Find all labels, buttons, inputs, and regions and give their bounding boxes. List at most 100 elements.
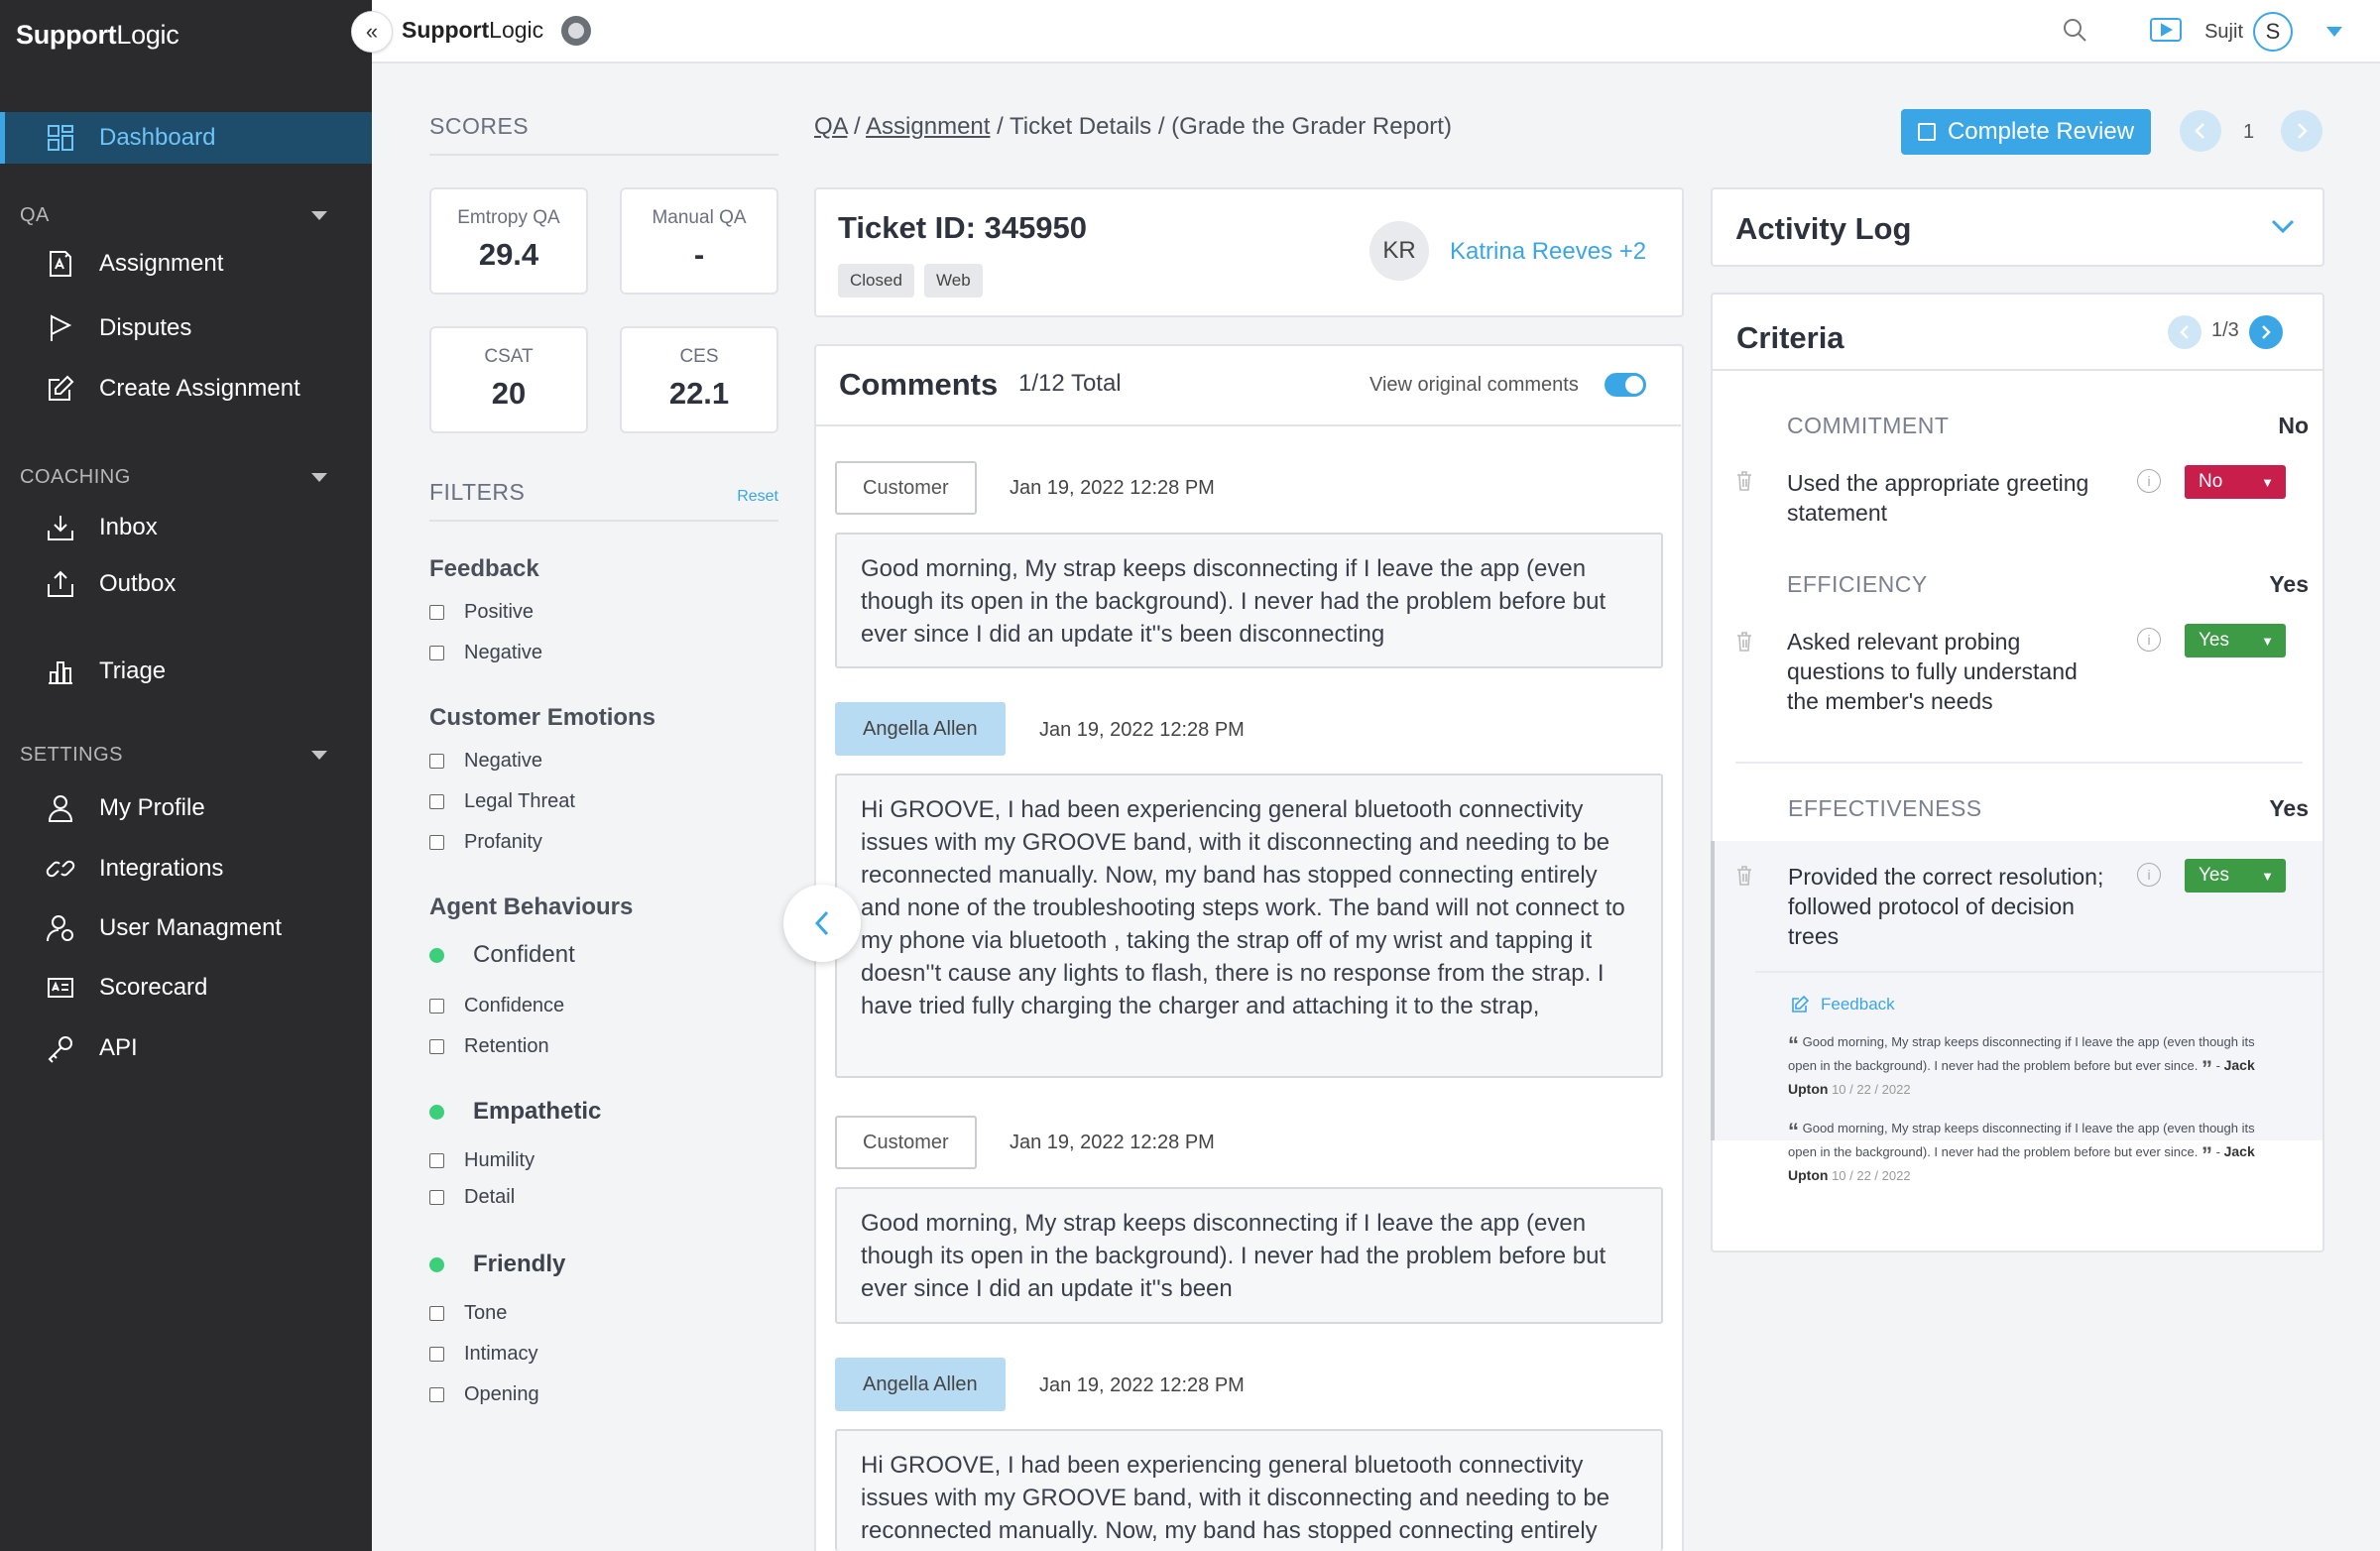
search-icon[interactable] bbox=[2062, 17, 2087, 48]
checkbox[interactable] bbox=[429, 794, 444, 809]
select-value: Yes bbox=[2199, 865, 2229, 886]
filter-legal-threat[interactable]: Legal Threat bbox=[429, 790, 778, 813]
avatar[interactable]: KR bbox=[1369, 221, 1429, 281]
checkbox[interactable] bbox=[429, 835, 444, 850]
sidebar-item-scorecard[interactable]: Scorecard bbox=[0, 962, 372, 1014]
chevron-down-icon[interactable] bbox=[2270, 217, 2296, 235]
assignee-link[interactable]: Katrina Reeves +2 bbox=[1450, 238, 1646, 266]
app-logo[interactable]: SupportLogic bbox=[16, 20, 179, 51]
sidebar-item-label: API bbox=[99, 1034, 138, 1061]
criteria-select[interactable]: Yes ▼ bbox=[2185, 624, 2286, 657]
complete-review-button[interactable]: Complete Review bbox=[1901, 109, 2151, 155]
sidebar-section-settings[interactable]: SETTINGS bbox=[20, 744, 327, 767]
checkbox[interactable] bbox=[429, 1347, 444, 1362]
edit-icon bbox=[44, 372, 77, 406]
sidebar-item-label: Create Assignment bbox=[99, 375, 300, 402]
filter-positive[interactable]: Positive bbox=[429, 601, 778, 624]
trash-icon[interactable] bbox=[1735, 631, 1753, 653]
checkbox[interactable] bbox=[429, 1306, 444, 1321]
avatar[interactable]: S bbox=[2253, 12, 2293, 52]
filter-retention[interactable]: Retention bbox=[429, 1035, 778, 1058]
score-value: 29.4 bbox=[478, 237, 539, 272]
info-icon[interactable]: i bbox=[2137, 863, 2161, 887]
sidebar-item-assignment[interactable]: Assignment bbox=[0, 238, 372, 290]
status-dot bbox=[429, 947, 444, 963]
collapse-sidebar-button[interactable]: « bbox=[351, 11, 393, 53]
score-value: - bbox=[693, 237, 705, 272]
breadcrumb-assignment-link[interactable]: Assignment bbox=[866, 113, 990, 140]
checkbox[interactable] bbox=[429, 1190, 444, 1205]
sidebar-section-coaching[interactable]: COACHING bbox=[20, 466, 327, 489]
filter-opening[interactable]: Opening bbox=[429, 1383, 778, 1406]
collapse-panel-button[interactable] bbox=[783, 885, 861, 962]
criteria-category: EFFECTIVENESS bbox=[1788, 795, 1982, 821]
checkbox[interactable] bbox=[429, 1387, 444, 1402]
video-icon[interactable] bbox=[2149, 16, 2183, 49]
username[interactable]: Sujit bbox=[2204, 21, 2243, 44]
prev-criteria-button[interactable] bbox=[2168, 315, 2202, 349]
checkbox-label: Negative bbox=[464, 750, 542, 772]
filter-intimacy[interactable]: Intimacy bbox=[429, 1343, 778, 1366]
chevron-down-icon: ▼ bbox=[2261, 474, 2274, 490]
feedback-link[interactable]: Feedback bbox=[1791, 995, 1895, 1014]
scores-panel: SCORES Emtropy QA 29.4 Manual QA - CSAT … bbox=[429, 63, 778, 1406]
checkbox[interactable] bbox=[429, 1039, 444, 1054]
chevron-down-icon[interactable] bbox=[2326, 27, 2342, 37]
breadcrumb-qa-link[interactable]: QA bbox=[814, 113, 847, 140]
chart-bar-icon bbox=[44, 655, 77, 688]
filter-detail[interactable]: Detail bbox=[429, 1186, 778, 1209]
sidebar-item-disputes[interactable]: Disputes bbox=[0, 302, 372, 354]
criteria-select[interactable]: No ▼ bbox=[2185, 465, 2286, 499]
checkbox-label: Profanity bbox=[464, 831, 542, 853]
sidebar-item-integrations[interactable]: Integrations bbox=[0, 843, 372, 895]
trash-icon[interactable] bbox=[1735, 865, 1753, 887]
chevron-right-icon bbox=[2298, 123, 2308, 139]
behaviour-empathetic[interactable]: Empathetic bbox=[429, 1098, 778, 1126]
next-criteria-button[interactable] bbox=[2249, 315, 2283, 349]
filter-negative-feedback[interactable]: Negative bbox=[429, 642, 778, 664]
criteria-select[interactable]: Yes ▼ bbox=[2185, 859, 2286, 893]
checkbox-label: Negative bbox=[464, 642, 542, 663]
checkbox[interactable] bbox=[429, 605, 444, 620]
info-icon[interactable]: i bbox=[2137, 628, 2161, 652]
next-page-button[interactable] bbox=[2281, 110, 2322, 152]
sidebar-item-my-profile[interactable]: My Profile bbox=[0, 782, 372, 834]
sidebar-item-inbox[interactable]: Inbox bbox=[0, 502, 372, 553]
scorecard-icon bbox=[44, 971, 77, 1005]
sidebar-item-api[interactable]: API bbox=[0, 1022, 372, 1074]
sidebar-item-outbox[interactable]: Outbox bbox=[0, 558, 372, 610]
filter-tone[interactable]: Tone bbox=[429, 1302, 778, 1325]
filter-confidence[interactable]: Confidence bbox=[429, 995, 778, 1017]
outbox-icon bbox=[44, 567, 77, 601]
comment-date: Jan 19, 2022 12:28 PM bbox=[1039, 719, 1245, 741]
view-original-toggle[interactable] bbox=[1605, 373, 1646, 397]
filter-profanity[interactable]: Profanity bbox=[429, 831, 778, 854]
sidebar-section-qa[interactable]: QA bbox=[20, 204, 327, 227]
behaviour-label: Empathetic bbox=[473, 1098, 602, 1125]
info-icon[interactable]: i bbox=[2137, 469, 2161, 493]
checkbox[interactable] bbox=[429, 999, 444, 1014]
checkbox[interactable] bbox=[429, 646, 444, 660]
top-logo[interactable]: SupportLogic bbox=[402, 17, 543, 44]
reset-filters-link[interactable]: Reset bbox=[737, 488, 778, 506]
behaviour-friendly[interactable]: Friendly bbox=[429, 1251, 778, 1278]
comment-date: Jan 19, 2022 12:28 PM bbox=[1010, 1132, 1215, 1153]
sidebar-item-triage[interactable]: Triage bbox=[0, 646, 372, 697]
sidebar-item-user-management[interactable]: User Managment bbox=[0, 902, 372, 954]
select-value: No bbox=[2199, 471, 2223, 492]
checkbox-label: Legal Threat bbox=[464, 790, 575, 812]
sidebar-item-dashboard[interactable]: Dashboard bbox=[0, 112, 372, 164]
comment-author-badge: Customer bbox=[835, 461, 977, 515]
trash-icon[interactable] bbox=[1735, 470, 1753, 492]
checkbox[interactable] bbox=[429, 754, 444, 769]
behaviour-confident[interactable]: Confident bbox=[429, 941, 778, 969]
filter-humility[interactable]: Humility bbox=[429, 1149, 778, 1172]
section-label: SETTINGS bbox=[20, 744, 124, 766]
checkbox[interactable] bbox=[429, 1153, 444, 1168]
sidebar-item-create-assignment[interactable]: Create Assignment bbox=[0, 363, 372, 415]
filter-group-feedback: Feedback bbox=[429, 555, 539, 582]
criteria-category-result: No bbox=[2278, 413, 2309, 438]
comment-body: Hi GROOVE, I had been experiencing gener… bbox=[835, 774, 1663, 1078]
filter-negative-emotion[interactable]: Negative bbox=[429, 750, 778, 773]
prev-page-button[interactable] bbox=[2180, 110, 2221, 152]
